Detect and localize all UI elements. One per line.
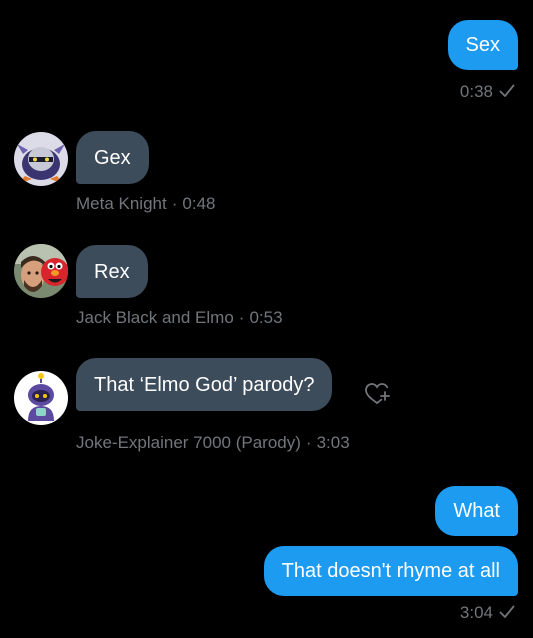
- outgoing-message-bubble[interactable]: That doesn't rhyme at all: [263, 546, 518, 596]
- avatar-meta-knight[interactable]: [14, 132, 68, 186]
- message-meta: 0:38: [460, 82, 515, 102]
- incoming-message-bubble[interactable]: Rex: [76, 245, 148, 298]
- message-meta: Joke-Explainer 7000 (Parody) · 3:03: [76, 433, 350, 453]
- avatar-joke-explainer-7000[interactable]: [14, 371, 68, 425]
- message-time: 0:53: [249, 308, 283, 327]
- meta-separator: ·: [238, 308, 245, 327]
- incoming-message-bubble[interactable]: That ‘Elmo God’ parody?: [76, 358, 333, 411]
- message-meta: 3:04: [460, 603, 515, 623]
- check-icon: [499, 84, 515, 97]
- message-time: 0:38: [459, 82, 493, 101]
- sender-name[interactable]: Jack Black and Elmo: [76, 308, 234, 327]
- meta-separator: ·: [305, 433, 312, 452]
- sender-name[interactable]: Joke-Explainer 7000 (Parody): [76, 433, 301, 452]
- heart-plus-icon[interactable]: [364, 381, 390, 407]
- message-time: 0:48: [182, 194, 216, 213]
- outgoing-message-bubble[interactable]: Sex: [447, 20, 518, 70]
- message-meta: Meta Knight · 0:48: [76, 194, 216, 214]
- check-icon: [499, 605, 515, 618]
- avatar-jack-black-and-elmo[interactable]: [14, 244, 68, 298]
- sender-name[interactable]: Meta Knight: [76, 194, 167, 213]
- meta-separator: ·: [171, 194, 178, 213]
- incoming-message-bubble[interactable]: Gex: [76, 131, 149, 184]
- message-meta: Jack Black and Elmo · 0:53: [76, 308, 283, 328]
- outgoing-message-bubble[interactable]: What: [435, 486, 518, 536]
- message-time: 3:03: [316, 433, 350, 452]
- dm-conversation: Sex 0:38 Gex Meta Knight · 0:48 Rex Jack…: [0, 0, 533, 638]
- message-time: 3:04: [459, 603, 493, 622]
